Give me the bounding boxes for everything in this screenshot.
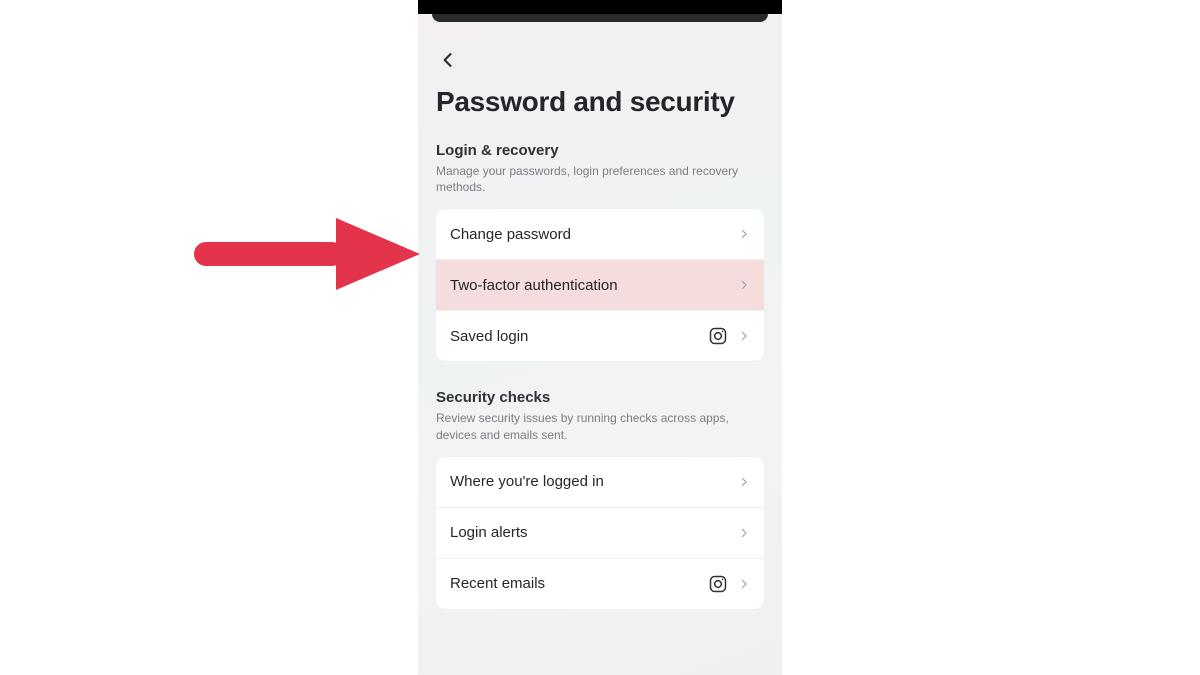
row-trailing [708,574,750,594]
row-trailing [738,227,750,241]
chevron-right-icon [738,577,750,591]
security-checks-card: Where you're logged in Login alerts Rece… [436,457,764,609]
chevron-right-icon [738,278,750,292]
row-label: Change password [450,226,738,243]
chevron-right-icon [738,329,750,343]
row-where-logged-in[interactable]: Where you're logged in [436,457,764,508]
chevron-right-icon [738,526,750,540]
row-login-alerts[interactable]: Login alerts [436,508,764,559]
back-button[interactable] [436,48,460,72]
login-recovery-card: Change password Two-factor authenticatio… [436,209,764,361]
instagram-icon [708,574,728,594]
row-two-factor-auth[interactable]: Two-factor authentication [436,260,764,311]
row-trailing [738,475,750,489]
row-label: Recent emails [450,575,708,592]
row-label: Two-factor authentication [450,277,738,294]
row-label: Where you're logged in [450,473,738,490]
instagram-icon [708,326,728,346]
row-change-password[interactable]: Change password [436,209,764,260]
row-trailing [738,278,750,292]
section-sub-security: Review security issues by running checks… [436,410,764,442]
row-label: Saved login [450,328,708,345]
row-trailing [738,526,750,540]
row-trailing [708,326,750,346]
status-bar-pill [432,14,768,22]
status-bar [418,0,782,14]
screen-content: Password and security Login & recovery M… [418,22,782,637]
row-saved-login[interactable]: Saved login [436,311,764,361]
chevron-right-icon [738,475,750,489]
device-frame: Password and security Login & recovery M… [418,0,782,675]
chevron-right-icon [738,227,750,241]
row-label: Login alerts [450,524,738,541]
section-heading-security: Security checks [436,389,764,406]
section-sub-login: Manage your passwords, login preferences… [436,163,764,195]
chevron-left-icon [438,50,458,70]
page-title: Password and security [436,86,764,118]
section-heading-login: Login & recovery [436,142,764,159]
row-recent-emails[interactable]: Recent emails [436,559,764,609]
annotation-arrow [188,218,420,290]
